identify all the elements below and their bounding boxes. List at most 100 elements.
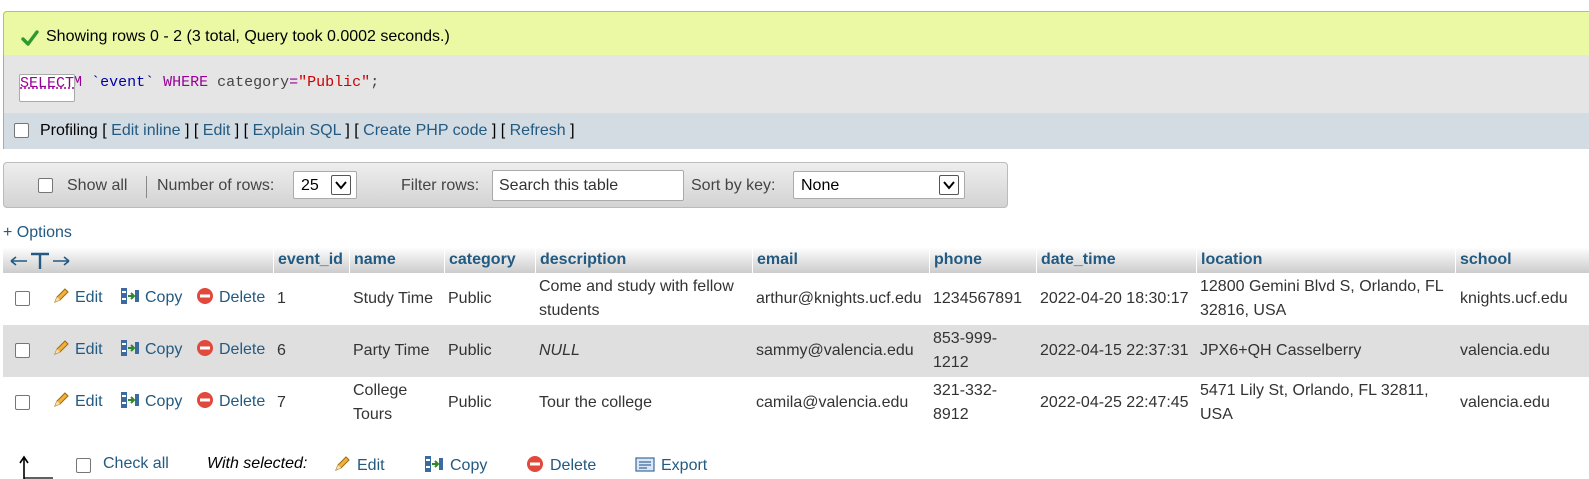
copy-icon [121,392,139,408]
row-edit-button[interactable]: Edit [52,391,103,411]
row-copy-button[interactable]: Copy [120,339,182,359]
cell-location-link[interactable]: JPX6+QH Casselberry [1200,339,1361,363]
bulk-edit-button[interactable]: Edit [333,455,385,475]
cell-category[interactable]: Public [448,391,492,415]
column-header-email[interactable]: email [752,247,928,273]
bulk-copy-button[interactable]: Copy [424,455,487,475]
cell-email[interactable]: arthur@knights.ucf.edu [756,287,922,311]
cell-phone[interactable]: 853-999-1212 [933,327,1009,375]
row-edit-button[interactable]: Edit [52,287,103,307]
table-row: Edit Copy Delete 1 Study Time Public Com… [3,273,1589,325]
filter-rows-label: Filter rows: [401,177,480,194]
cell-event-id[interactable]: 1 [277,287,286,311]
cell-category[interactable]: Public [448,287,492,311]
row-delete-button[interactable]: Delete [196,287,265,307]
number-of-rows-value: 25 [301,177,319,194]
row-edit-label: Edit [75,393,103,410]
row-edit-label: Edit [75,341,103,358]
column-header-description[interactable]: description [535,247,751,273]
cell-description-null[interactable]: NULL [539,339,580,363]
filter-rows-input[interactable] [492,170,684,201]
sql-semicolon: ; [370,74,380,91]
edit-query-link[interactable]: Edit [203,122,231,139]
column-header-category[interactable]: category [444,247,534,273]
cell-phone[interactable]: 1234567891 [933,287,1022,311]
cell-location-link[interactable]: 5471 Lily St, Orlando, FL 32811, USA [1200,379,1454,427]
table-row: Edit Copy Delete 7 College Tours Public … [3,377,1589,429]
cell-school[interactable]: valencia.edu [1460,339,1550,363]
chevron-down-icon [331,175,351,195]
profiling-checkbox[interactable] [14,123,29,138]
sort-by-key-label: Sort by key: [691,177,776,194]
navbar-divider [146,176,147,198]
options-link[interactable]: + Options [3,224,72,242]
cell-name[interactable]: College Tours [353,379,433,427]
sql-query-box[interactable]: SELECT * FROM `event` WHERE category="Pu… [3,55,1589,113]
pencil-icon [54,288,69,303]
bulk-delete-button[interactable]: Delete [526,455,596,475]
row-copy-button[interactable]: Copy [120,391,182,411]
cell-date-time[interactable]: 2022-04-20 18:30:17 [1040,287,1189,311]
with-selected-label: With selected: [207,455,308,472]
check-icon [21,30,39,46]
cell-date-time[interactable]: 2022-04-15 22:37:31 [1040,339,1189,363]
bulk-copy-label: Copy [450,457,488,474]
row-delete-button[interactable]: Delete [196,391,265,411]
copy-icon [121,340,139,356]
column-header-event-id[interactable]: event_id [273,247,347,273]
profiling-label: Profiling [40,122,98,139]
create-php-code-link[interactable]: Create PHP code [363,122,487,139]
row-edit-button[interactable]: Edit [52,339,103,359]
edit-inline-link[interactable]: Edit inline [111,122,180,139]
copy-icon [121,288,139,304]
column-header-phone[interactable]: phone [929,247,1035,273]
cell-email[interactable]: sammy@valencia.edu [756,339,914,363]
row-checkbox[interactable] [15,291,30,306]
column-header-date-time[interactable]: date_time [1036,247,1195,273]
bulk-export-button[interactable]: Export [635,455,707,475]
cell-school[interactable]: valencia.edu [1460,391,1550,415]
explain-sql-link[interactable]: Explain SQL [253,122,341,139]
cell-location-link[interactable]: 12800 Gemini Blvd S, Orlando, FL 32816, … [1200,275,1454,323]
cell-description[interactable]: Come and study with fellow students [539,275,751,323]
row-checkbox[interactable] [15,343,30,358]
delete-icon [197,392,213,408]
refresh-link[interactable]: Refresh [510,122,566,139]
cell-date-time[interactable]: 2022-04-25 22:47:45 [1040,391,1189,415]
cell-email[interactable]: camila@valencia.edu [756,391,908,415]
chevron-down-icon [939,175,959,195]
show-all-label[interactable]: Show all [67,177,127,195]
cell-name[interactable]: Party Time [353,339,429,363]
export-icon [635,457,655,472]
delete-icon [197,340,213,356]
row-copy-button[interactable]: Copy [120,287,182,307]
table-navigation-bar: Show all Number of rows: 25 Filter rows:… [3,162,1008,208]
sql-keyword-where: WHERE [163,74,209,91]
bulk-export-label: Export [661,457,708,474]
show-all-checkbox[interactable] [38,178,53,193]
row-checkbox[interactable] [15,395,30,410]
cell-phone[interactable]: 321-332-8912 [933,379,1009,427]
cell-name[interactable]: Study Time [353,287,433,311]
table-row: Edit Copy Delete 6 Party Time Public NUL… [3,325,1589,377]
sort-by-key-value: None [801,177,840,194]
column-resize-arrows-icon[interactable] [9,252,71,270]
column-header-name[interactable]: name [349,247,443,273]
cell-category[interactable]: Public [448,339,492,363]
check-all-checkbox[interactable] [76,458,91,473]
row-copy-label: Copy [145,341,183,358]
cell-description[interactable]: Tour the college [539,391,652,415]
sql-column: category [217,74,290,91]
sort-by-key-select[interactable]: None [793,171,965,199]
copy-icon [425,456,443,472]
sql-keyword-select[interactable]: SELECT [19,74,76,102]
column-header-school[interactable]: school [1455,247,1589,273]
cell-event-id[interactable]: 7 [277,391,286,415]
row-copy-label: Copy [145,393,183,410]
cell-event-id[interactable]: 6 [277,339,286,363]
row-delete-button[interactable]: Delete [196,339,265,359]
cell-school[interactable]: knights.ucf.edu [1460,287,1568,311]
check-all-link[interactable]: Check all [103,455,169,473]
number-of-rows-select[interactable]: 25 [293,171,357,199]
column-header-location[interactable]: location [1196,247,1454,273]
